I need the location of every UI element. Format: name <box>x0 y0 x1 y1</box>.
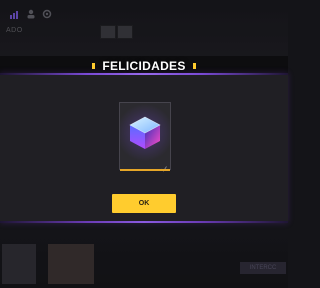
reward-card-accent <box>120 169 170 171</box>
dialog-bottom-border <box>0 221 288 223</box>
title-accent-right <box>193 63 196 69</box>
title-accent-left <box>92 63 95 69</box>
ok-button[interactable]: OK <box>112 194 176 213</box>
dialog-title: FELICIDADES <box>102 59 186 73</box>
reward-card[interactable] <box>119 102 171 172</box>
corner-check-icon <box>161 159 167 172</box>
reward-dialog: FELICIDADES OK <box>0 59 288 223</box>
dialog-title-bar: FELICIDADES <box>0 57 288 77</box>
cube-icon <box>125 113 165 153</box>
